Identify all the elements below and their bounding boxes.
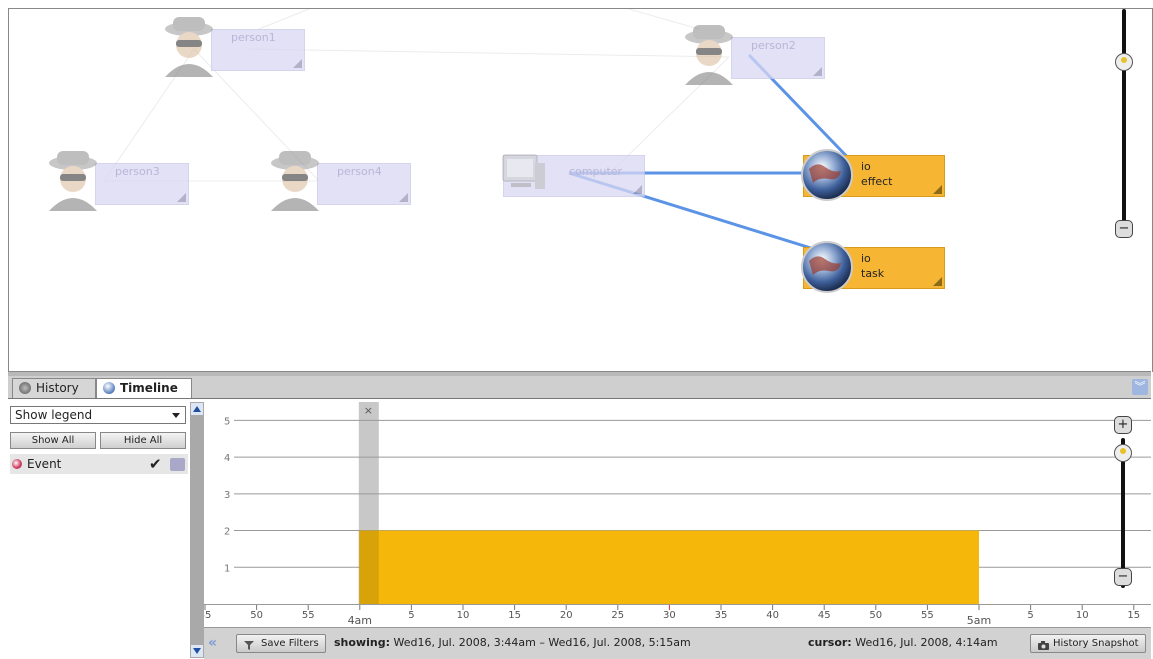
zoom-knob[interactable] bbox=[1115, 53, 1133, 71]
timeline-chart[interactable]: 1 2 3 4 5 × + − bbox=[204, 402, 1151, 626]
graph-zoom-slider[interactable]: − bbox=[1115, 9, 1135, 254]
tab-timeline[interactable]: Timeline bbox=[96, 378, 192, 398]
x-tick-label: 5 bbox=[1027, 610, 1033, 621]
tab-history[interactable]: History bbox=[12, 378, 96, 398]
zoom-out-icon[interactable]: − bbox=[1114, 568, 1132, 586]
y-tick-label: 5 bbox=[224, 416, 230, 427]
node-computer[interactable]: computer bbox=[499, 151, 649, 201]
globe-icon bbox=[799, 239, 855, 298]
legend-select-value: Show legend bbox=[15, 408, 93, 422]
event-icon bbox=[12, 459, 22, 469]
tab-label: History bbox=[36, 381, 79, 395]
legend-item-label: Event bbox=[27, 457, 62, 471]
x-tick-label: 25 bbox=[611, 610, 624, 621]
tab-label: Timeline bbox=[120, 381, 178, 395]
node-io-task[interactable]: io task bbox=[799, 237, 949, 295]
event-bar bbox=[359, 530, 979, 604]
show-all-button[interactable]: Show All bbox=[10, 432, 96, 449]
tab-bar: History Timeline ︾ bbox=[8, 376, 1151, 399]
history-snapshot-button[interactable]: History Snapshot bbox=[1030, 634, 1146, 653]
x-tick-label: 40 bbox=[766, 610, 779, 621]
x-tick-label: 50 bbox=[250, 610, 263, 621]
collapse-panel-icon[interactable]: ︾ bbox=[1132, 379, 1148, 395]
zoom-out-icon[interactable]: − bbox=[1115, 220, 1133, 238]
y-tick-label: 1 bbox=[224, 563, 230, 574]
expand-left-icon[interactable]: « bbox=[208, 636, 224, 652]
node-person3[interactable]: person3 bbox=[43, 149, 193, 211]
node-label: person2 bbox=[751, 39, 796, 52]
cursor-label: cursor: bbox=[808, 636, 852, 649]
node-label: person1 bbox=[231, 31, 276, 44]
node-person4[interactable]: person4 bbox=[265, 149, 415, 211]
legend-item-event[interactable]: Event ✔ bbox=[10, 454, 188, 474]
scroll-up-icon[interactable] bbox=[191, 403, 203, 415]
zoom-knob[interactable] bbox=[1114, 444, 1132, 462]
legend-panel: Show legend Show All Hide All Event ✔ bbox=[8, 402, 190, 658]
marker-close-icon: × bbox=[364, 404, 373, 417]
x-tick-label: 45 bbox=[818, 610, 831, 621]
y-tick-label: 2 bbox=[224, 527, 230, 538]
time-axis: 45 50 55 4am 5 10 15 20 25 30 35 40 45 50 55 5am 5 10 15 bbox=[199, 604, 1151, 627]
y-tick-label: 3 bbox=[224, 490, 230, 501]
timeline-plot: 1 2 3 4 5 × bbox=[224, 402, 1151, 604]
node-person1[interactable]: person1 bbox=[159, 15, 309, 77]
x-tick-label: 50 bbox=[869, 610, 882, 621]
node-label: person4 bbox=[337, 165, 382, 178]
camera-icon bbox=[1038, 639, 1049, 656]
save-filters-button[interactable]: Save Filters bbox=[236, 634, 326, 653]
x-tick-label: 55 bbox=[921, 610, 934, 621]
node-label-line1: io bbox=[861, 160, 871, 173]
node-label-line1: io bbox=[861, 252, 871, 265]
scroll-down-icon[interactable] bbox=[191, 645, 203, 657]
cursor-value: Wed16, Jul. 2008, 4:14am bbox=[855, 636, 998, 649]
globe-icon bbox=[799, 147, 855, 206]
node-person2[interactable]: person2 bbox=[679, 23, 829, 85]
spy-icon bbox=[679, 23, 739, 88]
node-io-effect[interactable]: io effect bbox=[799, 145, 949, 203]
x-tick-label: 30 bbox=[663, 610, 676, 621]
node-label: person3 bbox=[115, 165, 160, 178]
x-tick-label: 20 bbox=[560, 610, 573, 621]
x-tick-label: 15 bbox=[508, 610, 521, 621]
x-tick-label: 15 bbox=[1127, 610, 1140, 621]
x-tick-label: 10 bbox=[1076, 610, 1089, 621]
x-tick-label: 55 bbox=[302, 610, 315, 621]
chevron-down-icon bbox=[172, 413, 180, 418]
legend-select[interactable]: Show legend bbox=[10, 406, 186, 424]
computer-icon bbox=[499, 151, 549, 198]
showing-label: showing: bbox=[334, 636, 390, 649]
x-tick-label: 45 bbox=[204, 610, 211, 621]
history-icon bbox=[19, 382, 31, 394]
y-tick-label: 4 bbox=[224, 453, 230, 464]
filter-icon bbox=[244, 639, 254, 656]
x-tick-label: 10 bbox=[457, 610, 470, 621]
node-label-line2: task bbox=[861, 267, 885, 280]
cursor-readout: cursor: Wed16, Jul. 2008, 4:14am bbox=[808, 636, 998, 649]
spy-icon bbox=[265, 149, 325, 214]
x-tick-label: 35 bbox=[715, 610, 728, 621]
timeline-icon bbox=[103, 382, 115, 394]
showing-range: showing: Wed16, Jul. 2008, 3:44am – Wed1… bbox=[334, 636, 691, 649]
node-label-line2: effect bbox=[861, 175, 893, 188]
zoom-in-icon[interactable]: + bbox=[1114, 416, 1132, 434]
graph-canvas[interactable]: person1 person2 person3 person4 computer bbox=[8, 8, 1153, 372]
x-tick-label: 5 bbox=[408, 610, 414, 621]
x-tick-label: 4am bbox=[348, 614, 372, 627]
node-label: computer bbox=[569, 165, 623, 178]
hide-all-button[interactable]: Hide All bbox=[100, 432, 186, 449]
x-tick-label: 5am bbox=[967, 614, 991, 627]
spy-icon bbox=[159, 15, 219, 80]
status-bar: « Save Filters showing: Wed16, Jul. 2008… bbox=[204, 627, 1151, 659]
history-snapshot-label: History Snapshot bbox=[1053, 638, 1139, 649]
color-swatch[interactable] bbox=[170, 458, 185, 471]
timeline-zoom-slider[interactable]: + − bbox=[1114, 416, 1134, 588]
visibility-checkbox[interactable]: ✔ bbox=[149, 457, 162, 472]
legend-scrollbar[interactable] bbox=[190, 402, 204, 658]
spy-icon bbox=[43, 149, 103, 214]
showing-value: Wed16, Jul. 2008, 3:44am – Wed16, Jul. 2… bbox=[393, 636, 691, 649]
marker-overlay bbox=[358, 530, 379, 604]
save-filters-label: Save Filters bbox=[261, 638, 319, 649]
